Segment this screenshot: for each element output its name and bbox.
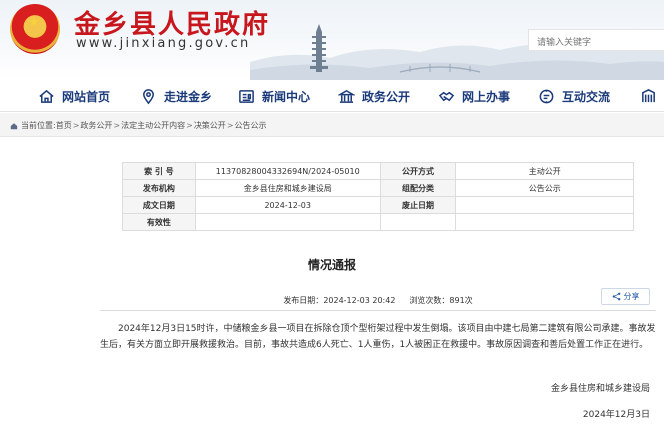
interaction-icon	[539, 89, 554, 103]
government-building-icon	[338, 89, 355, 103]
nav-item-label: 政务公开	[362, 89, 411, 104]
nav-item-label: 互动交流	[562, 89, 611, 104]
article-meta: 发布日期：2024-12-03 20:42 浏览次数：891次	[100, 290, 656, 310]
site-url: www.jinxiang.gov.cn	[76, 36, 251, 51]
table-row: 索 引 号 11370828004332694N/2024-05010 公开方式…	[122, 162, 634, 180]
nav-item-more[interactable]	[640, 87, 657, 105]
building-icon	[642, 88, 655, 102]
nav-item-gov-open[interactable]: 政务公开	[338, 87, 410, 105]
value-expiry-date	[455, 196, 634, 214]
home-icon	[39, 89, 54, 103]
location-icon	[143, 88, 154, 104]
breadcrumb-separator: >	[113, 121, 121, 130]
nav-item-label: 新闻中心	[262, 89, 311, 104]
value-validity	[194, 213, 381, 231]
table-cell-empty	[379, 213, 457, 231]
value-category: 公告公示	[455, 179, 634, 197]
article-date: 2024年12月3日	[582, 410, 650, 420]
breadcrumb-item-statutory[interactable]: 法定主动公开内容	[121, 120, 185, 131]
news-icon	[239, 89, 254, 103]
breadcrumb-item-decision[interactable]: 决策公开	[194, 120, 226, 131]
table-row: 成文日期 2024-12-03 废止日期	[122, 196, 634, 214]
label-validity: 有效性	[122, 213, 196, 231]
nav-item-interaction[interactable]: 互动交流	[538, 87, 610, 105]
breadcrumb-separator: >	[72, 121, 80, 130]
divider	[100, 310, 656, 311]
nav-item-label: 走进金乡	[164, 89, 213, 104]
article-signature: 金乡县住房和城乡建设局	[550, 384, 650, 394]
value-publish-mode: 主动公开	[455, 162, 634, 180]
nav-item-home[interactable]: 网站首页	[38, 87, 110, 105]
breadcrumb-item-notice[interactable]: 公告公示	[235, 120, 267, 131]
table-row: 有效性	[122, 213, 634, 231]
site-header: ★ 金乡县人民政府 www.jinxiang.gov.cn	[0, 0, 664, 80]
value-written-date: 2024-12-03	[194, 196, 381, 214]
handshake-icon	[438, 91, 455, 101]
label-category: 组配分类	[379, 179, 457, 197]
publish-date-value: 2024-12-03 20:42	[323, 295, 396, 305]
breadcrumb-separator: >	[186, 121, 193, 130]
search-input[interactable]	[529, 33, 664, 53]
share-label: 分享	[623, 292, 640, 301]
publish-date: 发布日期：2024-12-03 20:42	[283, 295, 395, 306]
publish-date-label: 发布日期：	[283, 295, 324, 305]
nav-item-online-service[interactable]: 网上办事	[438, 87, 510, 105]
value-issuing-agency: 金乡县住房和城乡建设局	[194, 179, 381, 197]
label-written-date: 成文日期	[122, 196, 196, 214]
breadcrumb-bar: 当前位置: 首页 > 政务公开 > 法定主动公开内容 > 决策公开 > 公告公示	[0, 113, 664, 137]
label-index-number: 索 引 号	[122, 162, 196, 180]
nav-item-label: 网上办事	[462, 89, 511, 104]
view-count: 浏览次数：891次	[409, 295, 472, 306]
breadcrumb-prefix: 当前位置:	[21, 121, 56, 130]
label-expiry-date: 废止日期	[379, 196, 457, 214]
table-cell-empty	[455, 213, 634, 231]
breadcrumb: 当前位置: 首页 > 政务公开 > 法定主动公开内容 > 决策公开 > 公告公示	[10, 120, 267, 131]
share-button[interactable]: 分享	[601, 288, 650, 305]
national-emblem-icon: ★	[10, 4, 60, 54]
label-issuing-agency: 发布机构	[122, 179, 196, 197]
document-info-table: 索 引 号 11370828004332694N/2024-05010 公开方式…	[122, 162, 634, 231]
value-index-number: 11370828004332694N/2024-05010	[194, 162, 381, 180]
main-nav: 网站首页 走进金乡 新闻中心 政务公开 网上办事 互动交流	[0, 80, 664, 112]
home-icon	[10, 122, 18, 129]
article-body: 2024年12月3日15时许，中储粮金乡县一项目在拆除仓顶个型桁架过程中发生倒塌…	[100, 324, 656, 350]
breadcrumb-separator: >	[226, 121, 234, 130]
article-title: 情况通报	[307, 258, 356, 272]
label-publish-mode: 公开方式	[379, 162, 457, 180]
nav-item-label: 网站首页	[62, 89, 111, 104]
nav-item-about[interactable]: 走进金乡	[140, 87, 212, 105]
breadcrumb-item-home[interactable]: 首页	[56, 120, 72, 131]
view-count-value: 891次	[449, 295, 473, 305]
view-count-label: 浏览次数：	[409, 295, 450, 305]
search-box	[528, 29, 664, 53]
breadcrumb-item-gov-open[interactable]: 政务公开	[80, 120, 112, 131]
table-row: 发布机构 金乡县住房和城乡建设局 组配分类 公告公示	[122, 179, 634, 197]
nav-item-news[interactable]: 新闻中心	[238, 87, 310, 105]
share-icon	[612, 292, 620, 301]
